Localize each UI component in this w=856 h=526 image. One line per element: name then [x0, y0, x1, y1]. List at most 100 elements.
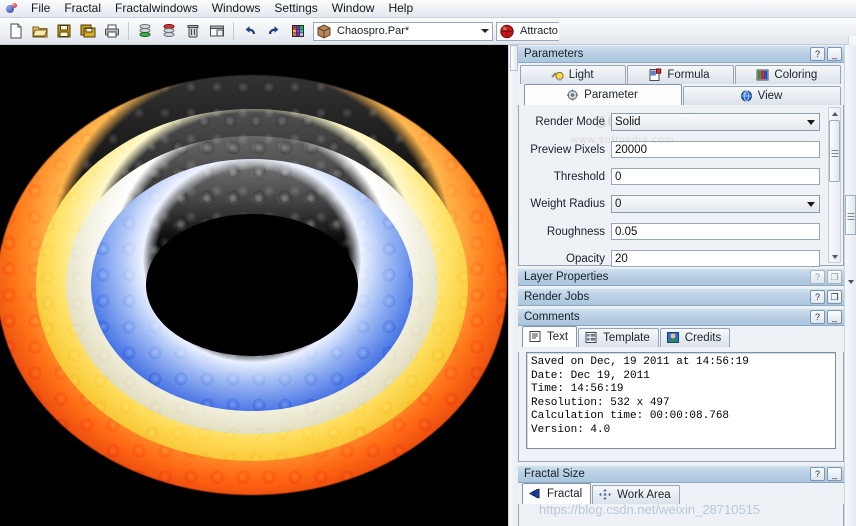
field-row-preview-pixels: Preview Pixels	[519, 141, 828, 158]
scroll-up-arrow-icon[interactable]	[829, 108, 840, 119]
fractal-size-help-button[interactable]: ?	[810, 467, 825, 481]
parameters-panel-title: Parameters	[524, 48, 584, 60]
parameters-tabrow-2: Parameter View	[518, 84, 844, 105]
object-combo-box[interactable]: Attracto	[496, 21, 559, 41]
package-box-icon	[315, 23, 333, 40]
parameter-form: SOFTPEDIA www.softpedia.com Render Mode …	[519, 105, 828, 267]
dock-scroll-down-arrow-icon[interactable]	[846, 277, 855, 286]
tab-comments-credits-label: Credits	[684, 332, 722, 344]
tab-work-area-label: Work Area	[617, 489, 671, 501]
fractal-render-canvas[interactable]	[0, 45, 508, 526]
menu-item-settings[interactable]: Settings	[267, 0, 324, 17]
layer-properties-panel-header[interactable]: Layer Properties ? ❐	[518, 268, 844, 286]
chaospro-logo-icon	[4, 2, 20, 16]
chevron-down-icon[interactable]	[477, 23, 492, 40]
menu-item-fractalwindows[interactable]: Fractalwindows	[108, 0, 205, 17]
red-sphere-icon	[498, 23, 516, 40]
comments-minimize-button[interactable]: _	[827, 310, 842, 324]
menu-item-fractal[interactable]: Fractal	[57, 0, 108, 17]
move-arrows-icon	[598, 488, 613, 502]
right-dock: Parameters ? _ Light Formula Coloring Pa…	[518, 45, 856, 526]
label-render-mode: Render Mode	[535, 116, 605, 128]
tab-coloring-label: Coloring	[774, 69, 818, 81]
field-row-weight-radius: Weight Radius 0	[519, 195, 828, 213]
credits-person-icon	[666, 331, 681, 345]
tab-parameter[interactable]: Parameter	[524, 84, 682, 105]
file-combo-box[interactable]: Chaospro.Par*	[313, 21, 493, 41]
open-folder-icon[interactable]	[29, 20, 51, 42]
tab-light[interactable]: Light	[520, 65, 627, 84]
save-disk-icon[interactable]	[53, 20, 75, 42]
template-list-icon	[584, 331, 599, 345]
print-icon[interactable]	[101, 20, 123, 42]
tab-comments-template[interactable]: Template	[578, 328, 659, 347]
toolbar-separator-1	[128, 22, 129, 40]
select-render-mode[interactable]: Solid	[611, 113, 820, 131]
fractal-window	[0, 45, 518, 526]
comments-tabrow: Text Template Credits	[518, 326, 844, 347]
chevron-down-icon	[807, 120, 815, 125]
parameters-panel-header: Parameters ? _	[518, 45, 844, 63]
layer-properties-restore-button[interactable]: ❐	[827, 270, 842, 284]
fractal-size-tabrow: Fractal Work Area	[518, 483, 844, 504]
parameter-gear-icon	[565, 88, 580, 102]
fractal-size-minimize-button[interactable]: _	[827, 467, 842, 481]
render-jobs-restore-button[interactable]: ❐	[827, 290, 842, 304]
label-opacity: Opacity	[566, 252, 605, 265]
parameters-help-button[interactable]: ?	[810, 47, 825, 61]
palette-grid-icon[interactable]	[287, 20, 309, 42]
render-jobs-help-button[interactable]: ?	[810, 290, 825, 304]
parameters-scroll-thumb[interactable]	[829, 120, 840, 182]
delete-trash-icon[interactable]	[182, 20, 204, 42]
undo-icon[interactable]	[239, 20, 261, 42]
torus-fractal-graphic	[0, 45, 508, 526]
text-document-icon	[528, 330, 543, 344]
tab-coloring[interactable]: Coloring	[734, 65, 841, 84]
redo-icon[interactable]	[263, 20, 285, 42]
tab-comments-template-label: Template	[603, 332, 650, 344]
menu-item-file[interactable]: File	[24, 0, 57, 17]
layer-properties-help-button[interactable]: ?	[810, 270, 825, 284]
save-all-icon[interactable]	[77, 20, 99, 42]
input-preview-pixels[interactable]	[611, 141, 820, 158]
scroll-down-arrow-icon[interactable]	[829, 251, 840, 262]
watermark-blog-url: https://blog.csdn.net/weixin_28710515	[539, 502, 761, 517]
dock-scroll-thumb[interactable]	[845, 195, 856, 235]
menu-item-window[interactable]: Window	[325, 0, 382, 17]
comments-text-area[interactable]: Saved on Dec, 19 2011 at 14:56:19 Date: …	[526, 352, 836, 449]
tab-fractal[interactable]: Fractal	[522, 483, 592, 504]
tab-formula[interactable]: Formula	[627, 65, 734, 84]
tab-view-label: View	[757, 90, 783, 102]
tab-comments-text[interactable]: Text	[522, 326, 578, 347]
fractal-size-panel-header[interactable]: Fractal Size ? _	[518, 465, 844, 483]
parameters-vertical-scrollbar[interactable]	[828, 107, 841, 263]
toolbar-separator-2	[233, 22, 234, 40]
comments-panel-header[interactable]: Comments ? _	[518, 308, 844, 326]
parameters-minimize-button[interactable]: _	[827, 47, 842, 61]
menu-item-windows[interactable]: Windows	[205, 0, 268, 17]
render-jobs-panel-header[interactable]: Render Jobs ? ❐	[518, 288, 844, 306]
tab-work-area[interactable]: Work Area	[592, 485, 680, 504]
fractal-size-panel-title: Fractal Size	[524, 468, 585, 480]
object-combo-value: Attracto	[520, 25, 558, 37]
input-threshold[interactable]	[611, 168, 820, 185]
label-threshold: Threshold	[553, 170, 605, 183]
select-weight-radius[interactable]: 0	[611, 195, 820, 213]
parameters-tabrow-1: Light Formula Coloring	[518, 63, 844, 84]
duplicate-window-icon[interactable]	[206, 20, 228, 42]
layer-up-icon[interactable]	[134, 20, 156, 42]
input-opacity[interactable]	[611, 250, 820, 267]
fractal-vertical-scrollbar[interactable]	[508, 45, 518, 526]
input-roughness[interactable]	[611, 223, 820, 240]
field-row-render-mode: Render Mode Solid	[519, 113, 828, 131]
menu-item-help[interactable]: Help	[381, 0, 420, 17]
dock-vertical-scrollbar[interactable]	[844, 45, 856, 526]
new-document-icon[interactable]	[5, 20, 27, 42]
tab-comments-credits[interactable]: Credits	[659, 328, 731, 347]
comments-help-button[interactable]: ?	[810, 310, 825, 324]
render-jobs-panel-title: Render Jobs	[524, 291, 590, 303]
tab-view[interactable]: View	[683, 86, 841, 105]
label-preview-pixels: Preview Pixels	[530, 143, 605, 156]
layer-down-icon[interactable]	[158, 20, 180, 42]
field-row-threshold: Threshold	[519, 168, 828, 185]
